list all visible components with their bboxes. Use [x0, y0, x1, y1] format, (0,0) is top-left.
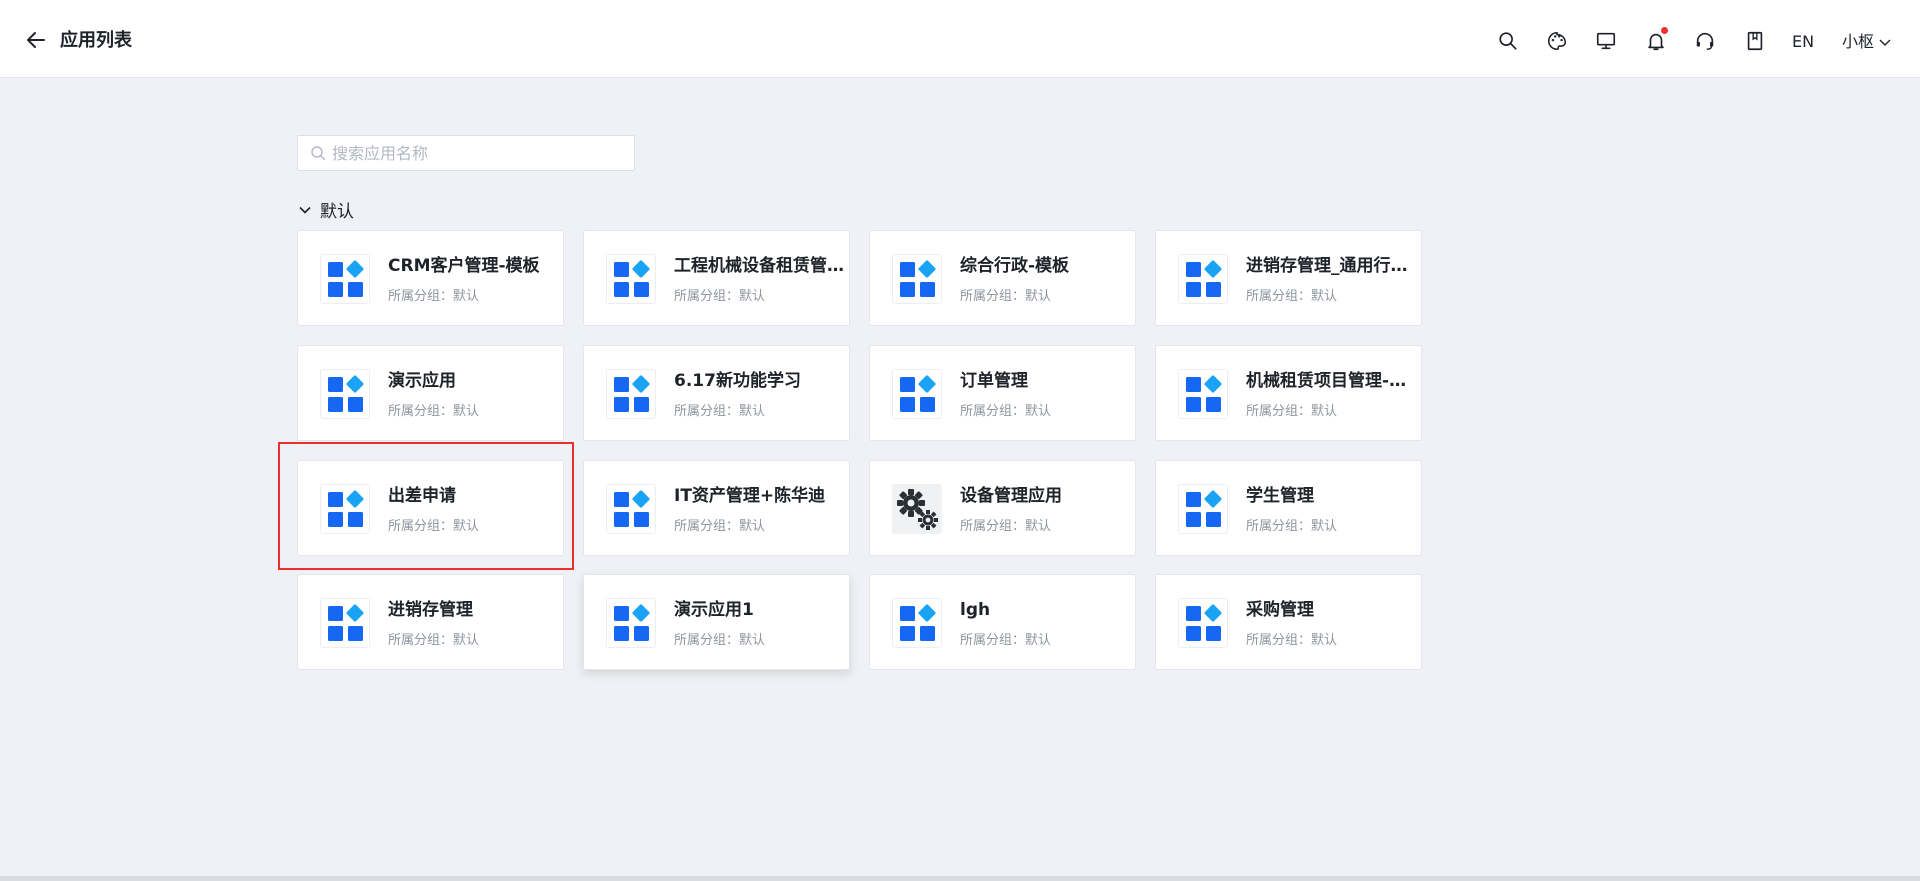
headset-icon[interactable]: [1694, 30, 1716, 52]
app-grid-icon: [1178, 598, 1228, 648]
chevron-down-icon: [1879, 39, 1891, 46]
app-card[interactable]: IT资产管理+陈华迪所属分组：默认: [583, 460, 850, 556]
app-grid-icon: [892, 598, 942, 648]
app-card[interactable]: 6.17新功能学习所属分组：默认: [583, 345, 850, 441]
app-grid-icon: [1178, 254, 1228, 304]
app-name: 订单管理: [960, 371, 1028, 391]
app-group-label: 所属分组：默认: [1246, 404, 1338, 419]
app-card[interactable]: 进销存管理_通用行业... 所属分组：默认: [1155, 230, 1422, 326]
app-card[interactable]: 演示应用1 所属分组：默认: [583, 574, 850, 670]
group-toggle[interactable]: 默认: [298, 197, 354, 222]
app-grid-icon: [606, 254, 656, 304]
app-group-label: 所属分组：默认: [674, 633, 766, 648]
app-grid-icon: [606, 484, 656, 534]
app-name: CRM客户管理-模板: [388, 256, 540, 276]
app-card[interactable]: 综合行政-模板所属分组：默认: [869, 230, 1136, 326]
app-name: 演示应用: [388, 371, 456, 391]
app-grid-icon: [606, 369, 656, 419]
back-arrow-icon[interactable]: [24, 28, 48, 52]
notification-dot: [1661, 27, 1668, 34]
bottom-divider: [0, 876, 1920, 881]
app-grid-icon: [606, 598, 656, 648]
app-group-label: 所属分组：默认: [674, 519, 766, 534]
search-icon: [311, 146, 326, 161]
app-group-label: 所属分组：默认: [1246, 289, 1338, 304]
app-name: 采购管理: [1246, 600, 1314, 620]
app-card[interactable]: 学生管理所属分组：默认: [1155, 460, 1422, 556]
app-grid-icon: [320, 484, 370, 534]
app-group-label: 所属分组：默认: [960, 519, 1052, 534]
search-input[interactable]: [332, 143, 622, 163]
app-group-label: 所属分组：默认: [674, 404, 766, 419]
app-card[interactable]: 设备管理应用所属分组：默认: [869, 460, 1136, 556]
search-field[interactable]: [297, 135, 635, 171]
app-grid-icon: [1178, 484, 1228, 534]
chevron-down-icon: [299, 206, 311, 214]
app-name: 演示应用1: [674, 600, 754, 620]
user-menu[interactable]: 小枢: [1842, 31, 1892, 53]
app-group-label: 所属分组：默认: [960, 289, 1052, 304]
app-card[interactable]: lgh 所属分组：默认: [869, 574, 1136, 670]
app-grid-icon: [320, 598, 370, 648]
app-group-label: 所属分组：默认: [1246, 519, 1338, 534]
app-name: 设备管理应用: [960, 486, 1062, 506]
bell-icon[interactable]: [1645, 27, 1668, 52]
app-group-label: 所属分组：默认: [388, 519, 480, 534]
app-name: 综合行政-模板: [960, 256, 1070, 276]
app-name: 出差申请: [388, 486, 456, 506]
app-card[interactable]: 订单管理所属分组：默认: [869, 345, 1136, 441]
app-card[interactable]: 出差申请所属分组：默认: [297, 460, 564, 556]
app-grid-icon: [320, 254, 370, 304]
app-name: 机械租赁项目管理-模板: [1246, 371, 1416, 391]
app-grid-icon: [320, 369, 370, 419]
app-grid-icon: [1178, 369, 1228, 419]
app-group-label: 所属分组：默认: [960, 633, 1052, 648]
app-name: 6.17新功能学习: [674, 371, 801, 391]
app-name: 进销存管理_通用行业...: [1246, 256, 1416, 276]
group-title: 默认: [320, 202, 354, 222]
app-grid-icon: [892, 254, 942, 304]
app-name: lgh: [960, 600, 991, 620]
app-name: 工程机械设备租赁管...: [674, 256, 844, 276]
app-card[interactable]: 机械租赁项目管理-模板所属分组：默认: [1155, 345, 1422, 441]
app-card[interactable]: 进销存管理所属分组：默认: [297, 574, 564, 670]
top-header: 应用列表 EN 小枢: [0, 0, 1920, 78]
search-icon[interactable]: [1497, 30, 1519, 52]
app-group-label: 所属分组：默认: [388, 633, 480, 648]
app-card[interactable]: 采购管理所属分组：默认: [1155, 574, 1422, 670]
app-card[interactable]: 演示应用所属分组：默认: [297, 345, 564, 441]
user-name: 小枢: [1842, 32, 1875, 51]
book-icon[interactable]: [1744, 30, 1766, 52]
app-card[interactable]: CRM客户管理-模板所属分组：默认: [297, 230, 564, 326]
app-name: 进销存管理: [388, 600, 473, 620]
app-card[interactable]: 工程机械设备租赁管... 所属分组：默认: [583, 230, 850, 326]
app-group-label: 所属分组：默认: [1246, 633, 1338, 648]
palette-icon[interactable]: [1546, 30, 1568, 52]
app-name: IT资产管理+陈华迪: [674, 486, 826, 506]
app-group-label: 所属分组：默认: [388, 404, 480, 419]
language-switch[interactable]: EN: [1792, 31, 1814, 53]
app-group-label: 所属分组：默认: [388, 289, 480, 304]
app-group-label: 所属分组：默认: [674, 289, 766, 304]
app-name: 学生管理: [1246, 486, 1314, 506]
app-grid-icon: [892, 369, 942, 419]
gears-icon: [892, 484, 942, 534]
monitor-icon[interactable]: [1595, 30, 1617, 52]
app-group-label: 所属分组：默认: [960, 404, 1052, 419]
page-title: 应用列表: [60, 30, 132, 51]
